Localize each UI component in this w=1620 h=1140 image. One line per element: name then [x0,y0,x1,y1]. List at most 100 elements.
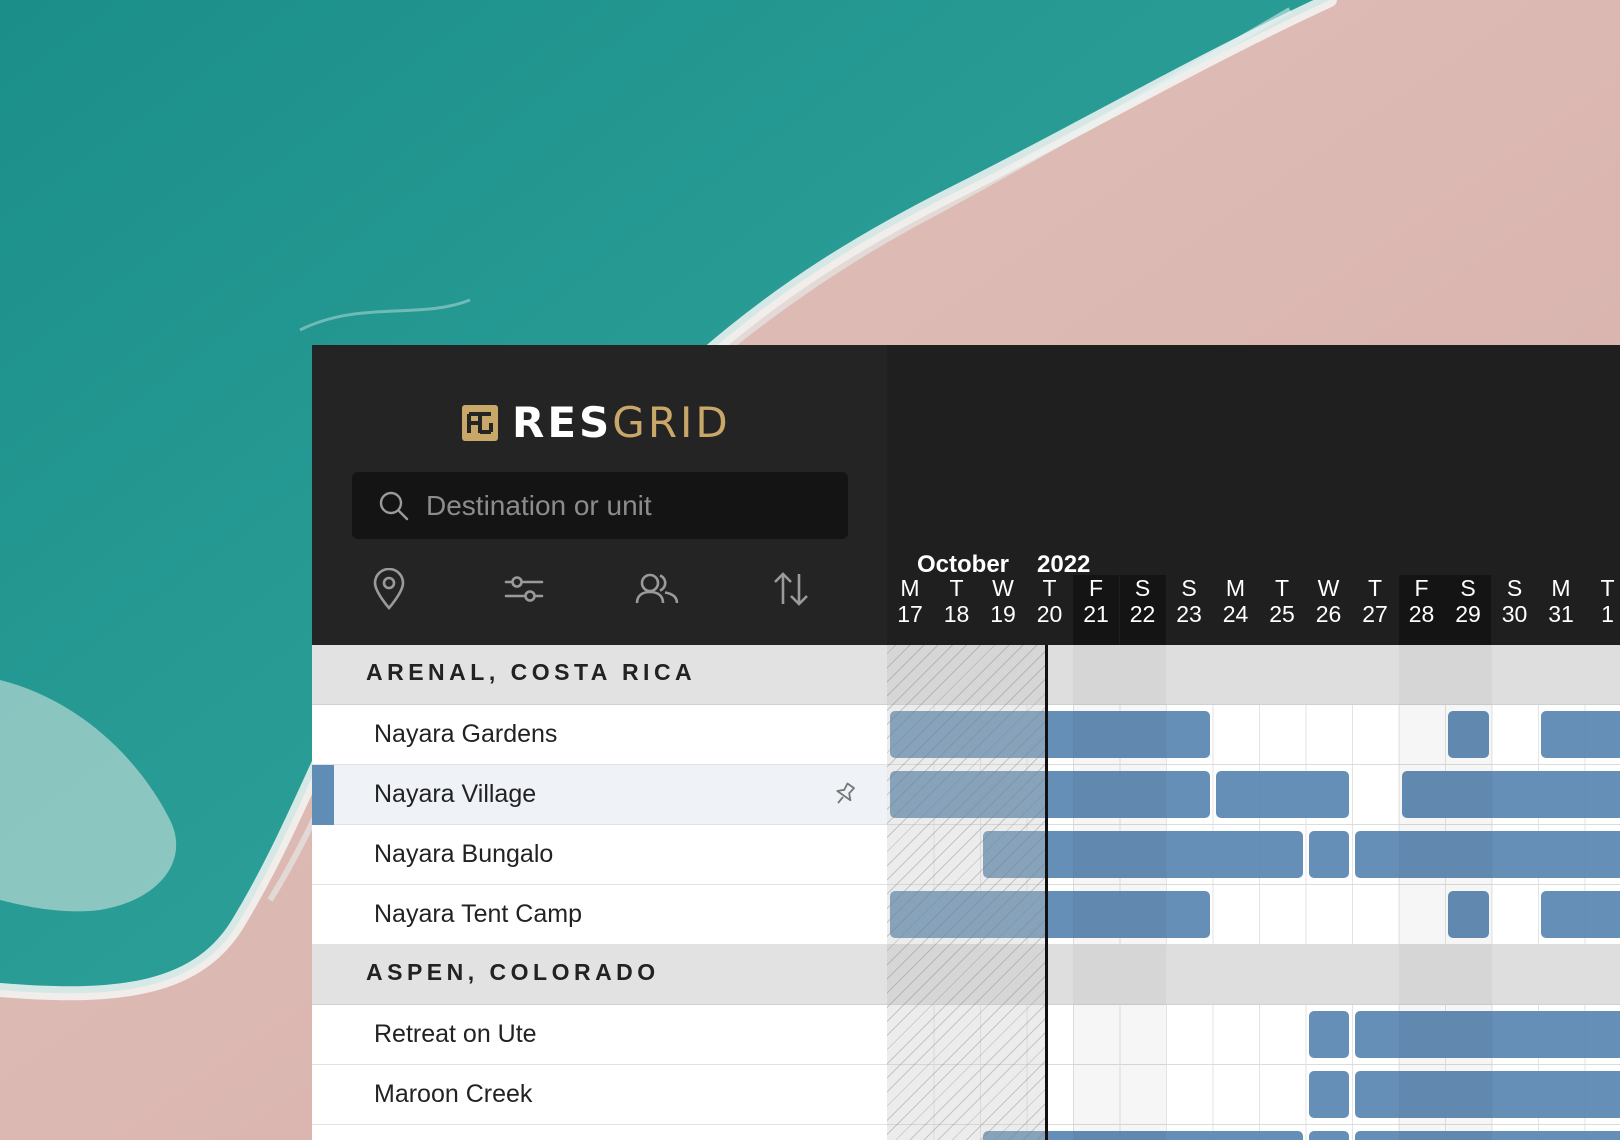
booking-bar[interactable] [1308,831,1349,878]
calendar-day-header[interactable]: M 24 [1213,575,1259,645]
selected-indicator [312,765,334,825]
calendar-day-header[interactable]: S 23 [1166,575,1212,645]
day-number-label: 17 [897,601,923,627]
unit-label-cell[interactable]: Maroon Creek [312,1065,887,1125]
today-line [1045,645,1048,1140]
day-number-label: 20 [1036,601,1063,627]
search-icon [379,491,409,520]
day-of-week-label: T [1274,575,1290,601]
filter-settings-button[interactable] [502,567,546,611]
unit-label-cell[interactable]: Nayara Tent Camp [312,885,887,945]
day-of-week-label: F [1088,575,1104,601]
day-number-label: 18 [943,601,970,627]
group-header-cell: ARENAL, COSTA RICA [312,645,887,705]
day-of-week-label: T [1600,575,1615,601]
day-of-week-label: M [900,575,920,601]
day-of-week-label: F [1414,575,1429,601]
day-number-label: 21 [1083,601,1109,627]
calendar-day-header[interactable]: T1 [1585,575,1620,645]
calendar-day-header[interactable]: F 28 [1398,575,1445,645]
booking-bar[interactable] [1308,1011,1349,1058]
resgrid-logo-icon [462,405,498,441]
unit-label-cell[interactable]: Nayara Village [312,765,887,825]
unit-name: Nayara Gardens [374,720,558,748]
day-of-week-label: T [1367,575,1383,601]
day-of-week-label: M [1551,575,1571,601]
sort-button[interactable] [769,567,813,611]
day-of-week-label: W [1317,575,1340,601]
unit-label-cell[interactable] [312,1125,887,1140]
calendar-day-header[interactable]: W 19 [980,575,1026,645]
calendar-day-header[interactable]: M 17 [887,575,933,645]
calendar-day-header[interactable]: S 30 [1492,575,1538,645]
day-number-label: 23 [1176,601,1202,627]
past-days-shade [887,645,1048,1140]
unit-name: Retreat on Ute [374,1020,537,1048]
day-of-week-label: S [1181,575,1197,601]
day-number-label: 25 [1269,601,1295,627]
day-number-label: 19 [990,601,1016,627]
unit-label-cell[interactable]: Nayara Gardens [312,705,887,765]
day-number-label: 24 [1222,601,1249,627]
booking-bar[interactable] [1541,711,1620,758]
sliders-icon [504,576,544,602]
search-box [352,472,848,539]
day-of-week-label: T [949,575,964,601]
calendar-day-header[interactable]: T 27 [1352,575,1398,645]
day-number-label: 31 [1548,601,1574,627]
group-header-cell: ASPEN, COLORADO [312,945,887,1005]
calendar-day-header[interactable]: S 22 [1119,575,1166,645]
calendar-day-header[interactable]: T 25 [1259,575,1305,645]
sidebar-header: RESGRID [312,345,887,645]
unit-name: Nayara Bungalo [374,840,554,868]
weekend-shade [1445,645,1492,1140]
search-input[interactable] [426,489,826,522]
unit-label-cell[interactable]: Nayara Bungalo [312,825,887,885]
pin-button[interactable] [832,781,858,812]
sort-arrows-icon [774,572,808,606]
calendar-day-header[interactable]: W 26 [1306,575,1352,645]
day-of-week-label: S [1460,575,1476,601]
unit-name: Maroon Creek [374,1080,533,1108]
booking-bar[interactable] [1215,771,1349,818]
day-number-label: 27 [1362,601,1388,627]
brand-name-light: GRID [612,398,731,447]
unit-name: Nayara Village [374,780,537,808]
calendar-day-header[interactable]: T 20 [1027,575,1073,645]
booking-bar[interactable] [1541,891,1620,938]
day-of-week-label: S [1506,575,1523,601]
calendar-day-header[interactable]: M 31 [1538,575,1584,645]
booking-bar[interactable] [1308,1131,1349,1140]
availability-grid: ARENAL, COSTA RICA Nayara Gardens Nayara V… [312,645,1620,1140]
booking-bar[interactable] [1308,1071,1349,1118]
day-number-label: 28 [1408,601,1435,627]
day-of-week-label: M [1225,575,1246,601]
brand-name-bold: RES [512,398,613,447]
day-number-label: 22 [1129,601,1156,627]
weekend-shade [1120,645,1167,1140]
day-of-week-label: W [992,575,1014,601]
pin-icon [836,782,855,804]
weekend-shade [1073,645,1120,1140]
brand-logo: RESGRID [462,399,731,447]
unit-label-cell[interactable]: Retreat on Ute [312,1005,887,1065]
day-of-week-label: T [1042,575,1057,601]
brand-wordmark: RESGRID [512,399,731,447]
day-number-label: 26 [1315,601,1342,627]
day-number-label: 29 [1455,601,1481,627]
location-filter-button[interactable] [367,567,411,611]
group-title: ASPEN, COLORADO [366,959,660,985]
map-pin-icon [373,568,405,610]
group-title: ARENAL, COSTA RICA [366,659,697,685]
weekend-shade [1399,645,1446,1140]
day-of-week-label: S [1134,575,1151,601]
calendar-day-header[interactable]: F 21 [1073,575,1119,645]
day-number-label: 1 [1601,601,1614,627]
calendar-day-header[interactable]: S 29 [1445,575,1491,645]
resgrid-app-window: RESGRID Destination or unit October 2022… [312,345,1620,1140]
unit-name: Nayara Tent Camp [374,900,582,928]
guests-button[interactable] [635,567,679,611]
users-icon [635,573,679,604]
calendar-day-header[interactable]: T 18 [934,575,980,645]
day-number-label: 30 [1501,601,1528,627]
